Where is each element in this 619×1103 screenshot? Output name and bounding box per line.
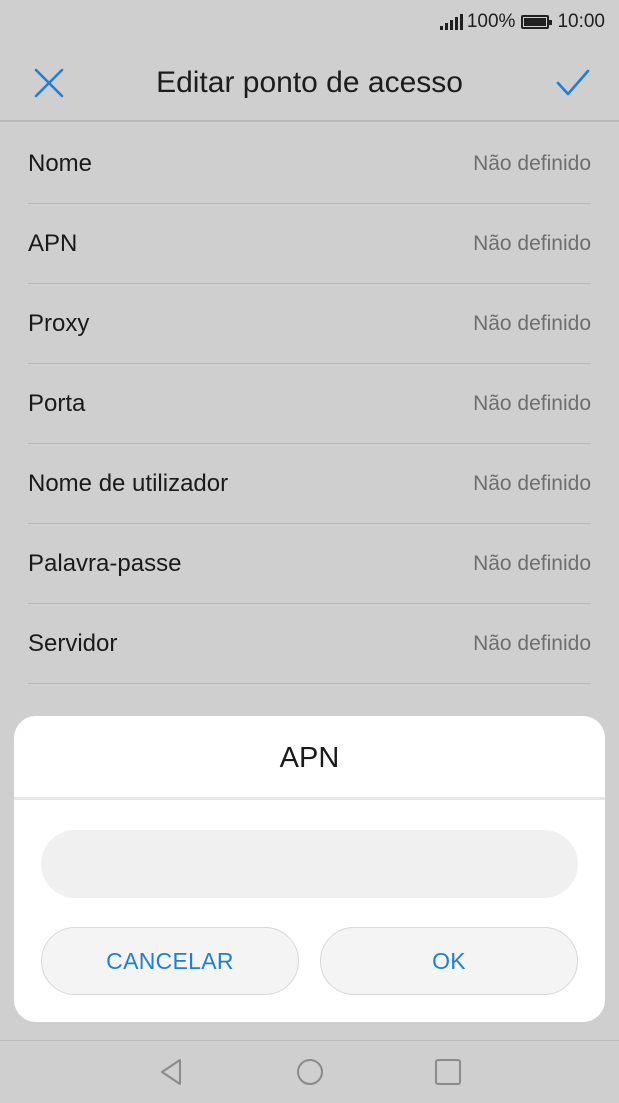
setting-row-palavra-passe[interactable]: Palavra-passe Não definido [28,524,591,604]
setting-row-nome-de-utilizador[interactable]: Nome de utilizador Não definido [28,444,591,524]
cancel-button[interactable]: CANCELAR [41,927,299,995]
setting-label: Servidor [28,629,118,657]
setting-row-porta[interactable]: Porta Não definido [28,364,591,444]
setting-value: Não definido [473,311,591,335]
back-icon[interactable] [156,1057,186,1087]
setting-row-servidor[interactable]: Servidor Não definido [28,604,591,684]
signal-icon [439,14,463,30]
setting-value: Não definido [473,471,591,495]
home-icon[interactable] [295,1057,325,1087]
battery-percent: 100% [466,11,516,32]
setting-value: Não definido [473,631,591,655]
check-icon[interactable] [555,66,591,100]
setting-label: Nome [28,149,93,177]
setting-value: Não definido [473,391,591,415]
apn-settings-list: Nome Não definido APN Não definido Proxy… [28,124,591,684]
setting-row-apn[interactable]: APN Não definido [28,204,591,284]
dialog-title: APN [14,716,605,800]
setting-label: APN [28,229,78,257]
setting-value: Não definido [473,151,591,175]
setting-label: Palavra-passe [28,549,182,577]
setting-label: Nome de utilizador [28,469,229,497]
status-bar: 100% 10:00 [0,0,619,44]
setting-label: Porta [28,389,86,417]
apn-dialog: APN CANCELAR OK [14,716,605,1022]
setting-value: Não definido [473,231,591,255]
page-title: Editar ponto de acesso [156,66,463,99]
setting-row-proxy[interactable]: Proxy Não definido [28,284,591,364]
ok-button[interactable]: OK [320,927,578,995]
setting-row-nome[interactable]: Nome Não definido [28,124,591,204]
recents-icon[interactable] [433,1057,463,1087]
apn-input[interactable] [41,830,578,898]
system-nav-bar [0,1040,619,1103]
setting-value: Não definido [473,551,591,575]
app-header: Editar ponto de acesso [0,44,619,122]
clock: 10:00 [557,11,605,32]
setting-label: Proxy [28,309,90,337]
battery-icon [521,15,553,29]
